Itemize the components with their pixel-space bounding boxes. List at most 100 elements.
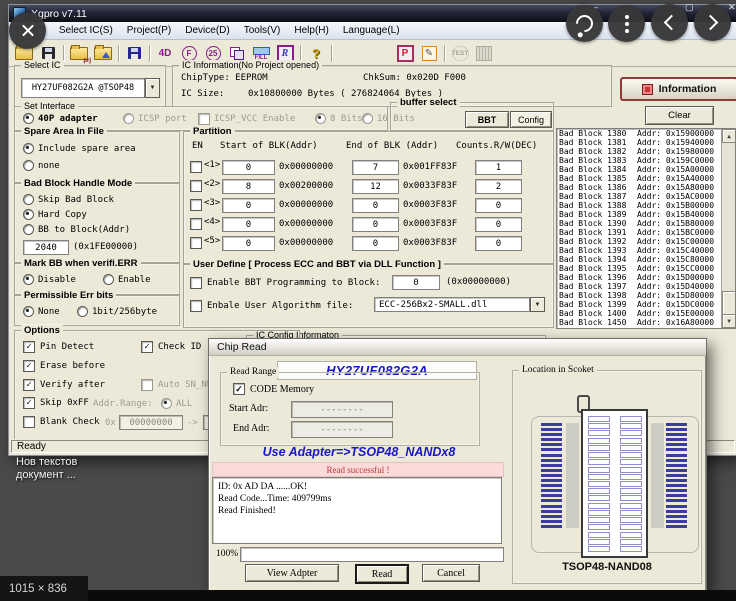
algorithm-combo-arrow-icon[interactable]: ▼ — [530, 297, 545, 312]
bad-block-row[interactable]: Bad Block 1382Addr: 0x15980000 — [557, 147, 735, 156]
checkbox-code-memory[interactable]: CODE Memory — [233, 383, 314, 395]
radio-40p-adapter[interactable]: 40P adapter — [23, 113, 98, 124]
overlay-close-button[interactable] — [9, 12, 46, 49]
checkbox-skip-ff[interactable]: Skip 0xFF — [23, 397, 89, 409]
checkbox-check-id[interactable]: Check ID — [141, 341, 201, 353]
radio-mark-enable[interactable]: Enable — [103, 274, 151, 285]
radio-8-bits[interactable]: 8 Bits — [315, 113, 363, 124]
test-icon[interactable]: TEST — [448, 43, 472, 63]
range-from-input[interactable]: 00000000 — [119, 415, 183, 430]
scrollbar[interactable]: ▲ ▼ — [721, 129, 735, 328]
partition-end-input[interactable]: 12 — [352, 179, 399, 194]
bad-block-row[interactable]: Bad Block 1392Addr: 0x15C00000 — [557, 237, 735, 246]
socket-grid-icon[interactable] — [472, 43, 496, 63]
read-button[interactable]: Read — [355, 564, 409, 584]
bbt-button[interactable]: BBT — [465, 111, 509, 128]
radio-bb-to-block[interactable]: BB to Block(Addr) — [23, 224, 130, 235]
start-adr-field[interactable]: -------- — [291, 401, 393, 418]
ic-combo[interactable]: HY27UF082G2A @TSOP48 ▼ — [21, 78, 160, 98]
partition-end-input[interactable]: 0 — [352, 198, 399, 213]
overlay-prev-button[interactable] — [651, 4, 688, 41]
partition-count-input[interactable]: 0 — [475, 236, 522, 251]
partition-enable-checkbox[interactable] — [190, 237, 202, 249]
menu-item-tools[interactable]: Tools(V) — [237, 23, 288, 38]
bad-block-list[interactable]: Bad Block 1380Addr: 0x15900000Bad Block … — [556, 128, 736, 329]
bad-block-row[interactable]: Bad Block 1395Addr: 0x15CC0000 — [557, 264, 735, 273]
radio-err-1bit[interactable]: 1bit/256byte — [77, 306, 157, 317]
ic-combo-value[interactable]: HY27UF082G2A @TSOP48 — [21, 78, 145, 98]
partition-start-input[interactable]: 0 — [222, 236, 275, 251]
bad-block-row[interactable]: Bad Block 1381Addr: 0x15940000 — [557, 138, 735, 147]
radio-hard-copy[interactable]: Hard Copy — [23, 209, 87, 220]
information-button[interactable]: Information — [620, 77, 736, 101]
algorithm-combo-value[interactable]: ECC-256Bx2-SMALL.dll — [374, 297, 530, 312]
bad-block-row[interactable]: Bad Block 1384Addr: 0x15A00000 — [557, 165, 735, 174]
partition-enable-checkbox[interactable] — [190, 161, 202, 173]
algorithm-combo[interactable]: ECC-256Bx2-SMALL.dll ▼ — [374, 297, 545, 312]
overlay-next-button[interactable] — [694, 4, 731, 41]
scroll-up-icon[interactable]: ▲ — [722, 129, 736, 143]
partition-count-input[interactable]: 1 — [475, 160, 522, 175]
bad-block-row[interactable]: Bad Block 1380Addr: 0x15900000 — [557, 129, 735, 138]
bad-block-row[interactable]: Bad Block 1450Addr: 0x16A80000 — [557, 318, 735, 327]
bad-block-row[interactable]: Bad Block 1394Addr: 0x15C80000 — [557, 255, 735, 264]
save-buffer-icon[interactable] — [122, 43, 146, 63]
radio-skip-bad-block[interactable]: Skip Bad Block — [23, 194, 114, 205]
pin-4d-icon[interactable]: 4D — [153, 43, 177, 63]
checkbox-verify-after[interactable]: Verify after — [23, 379, 105, 391]
bad-block-row[interactable]: Bad Block 1398Addr: 0x15D80000 — [557, 291, 735, 300]
radio-spare-none[interactable]: none — [23, 160, 60, 171]
bad-block-row[interactable]: Bad Block 1391Addr: 0x15BC0000 — [557, 228, 735, 237]
partition-start-input[interactable]: 0 — [222, 217, 275, 232]
bbt-block-input[interactable]: 0 — [392, 275, 440, 290]
partition-count-input[interactable]: 0 — [475, 198, 522, 213]
checkbox-auto-sn[interactable]: Auto SN_NUM — [141, 379, 218, 391]
partition-count-input[interactable]: 2 — [475, 179, 522, 194]
checkbox-user-algorithm[interactable]: Enbale User Algorithm file: — [190, 300, 353, 312]
menu-item-project[interactable]: Project(P) — [120, 23, 178, 38]
menu-item-select-ic[interactable]: Select IC(S) — [52, 23, 120, 38]
bad-block-row[interactable]: Bad Block 1389Addr: 0x15B40000 — [557, 210, 735, 219]
overlay-menu-button[interactable] — [608, 5, 645, 42]
open-project-icon[interactable]: prj — [67, 43, 91, 63]
end-adr-field[interactable]: -------- — [291, 421, 393, 438]
bad-block-row[interactable]: Bad Block 1387Addr: 0x15AC0000 — [557, 192, 735, 201]
radio-include-spare[interactable]: Include spare area — [23, 143, 136, 154]
partition-start-input[interactable]: 8 — [222, 179, 275, 194]
desktop-icon-label[interactable]: Нов текстов документ ... — [16, 456, 77, 482]
checkbox-erase-before[interactable]: Erase before — [23, 360, 105, 372]
clear-button[interactable]: Clear — [645, 106, 714, 125]
partition-end-input[interactable]: 0 — [352, 217, 399, 232]
bad-block-row[interactable]: Bad Block 1390Addr: 0x15B80000 — [557, 219, 735, 228]
checkbox-blank-check[interactable]: Blank Check — [23, 416, 100, 428]
radio-addr-all[interactable]: ALL — [161, 398, 192, 409]
checkbox-enable-bbt[interactable]: Enable BBT Programming to Block: — [190, 277, 380, 289]
save-project-icon[interactable] — [91, 43, 115, 63]
bb-block-input[interactable]: 2040 — [23, 240, 69, 255]
partition-start-input[interactable]: 0 — [222, 198, 275, 213]
bad-block-row[interactable]: Bad Block 1400Addr: 0x15E00000 — [557, 309, 735, 318]
bad-block-row[interactable]: Bad Block 1397Addr: 0x15D40000 — [557, 282, 735, 291]
partition-enable-checkbox[interactable] — [190, 180, 202, 192]
bad-block-row[interactable]: Bad Block 1396Addr: 0x15D00000 — [557, 273, 735, 282]
menu-item-help[interactable]: Help(H) — [287, 23, 335, 38]
menu-item-language[interactable]: Language(L) — [336, 23, 407, 38]
program-p-icon[interactable]: P — [393, 43, 417, 63]
partition-end-input[interactable]: 0 — [352, 236, 399, 251]
ic-combo-arrow-icon[interactable]: ▼ — [145, 78, 160, 98]
bad-block-row[interactable]: Bad Block 1386Addr: 0x15A80000 — [557, 183, 735, 192]
viewer-maximize-icon[interactable]: ▢ — [685, 2, 694, 13]
radio-err-none[interactable]: None — [23, 306, 60, 317]
partition-enable-checkbox[interactable] — [190, 199, 202, 211]
bad-block-row[interactable]: Bad Block 1385Addr: 0x15A40000 — [557, 174, 735, 183]
bad-block-row[interactable]: Bad Block 1383Addr: 0x159C0000 — [557, 156, 735, 165]
partition-enable-checkbox[interactable] — [190, 218, 202, 230]
bad-block-row[interactable]: Bad Block 1388Addr: 0x15B00000 — [557, 201, 735, 210]
dialog-title-bar[interactable]: Chip Read — [209, 339, 706, 356]
bad-block-row[interactable]: Bad Block 1399Addr: 0x15DC0000 — [557, 300, 735, 309]
edit-buffer-icon[interactable]: ✎ — [417, 43, 441, 63]
view-adapter-button[interactable]: View Adpter — [245, 564, 339, 582]
partition-end-input[interactable]: 7 — [352, 160, 399, 175]
bad-block-row[interactable]: Bad Block 1393Addr: 0x15C40000 — [557, 246, 735, 255]
scroll-thumb[interactable] — [722, 291, 736, 315]
